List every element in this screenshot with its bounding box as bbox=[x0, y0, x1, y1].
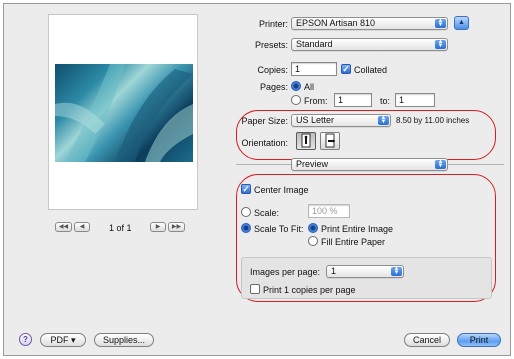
help-button[interactable]: ? bbox=[19, 333, 32, 346]
landscape-icon bbox=[325, 133, 335, 148]
last-page-button[interactable]: ▶▶ bbox=[168, 222, 185, 232]
checkmark-icon: ✓ bbox=[342, 64, 350, 74]
scale-label: Scale: bbox=[254, 208, 280, 218]
pages-to-label: to: bbox=[380, 96, 391, 106]
pages-all-radio[interactable] bbox=[291, 81, 301, 91]
print-entire-image-label: Print Entire Image bbox=[321, 224, 394, 234]
images-per-page-value: 1 bbox=[331, 266, 337, 276]
section-popup[interactable]: Preview ▲ ▼ bbox=[291, 158, 448, 171]
supplies-button[interactable]: Supplies... bbox=[94, 333, 154, 347]
pages-to-field[interactable]: 1 bbox=[395, 93, 435, 107]
updown-arrows-icon: ▲ ▼ bbox=[435, 18, 446, 28]
paper-size-value: US Letter bbox=[296, 115, 335, 125]
section-value: Preview bbox=[296, 159, 329, 169]
print-button[interactable]: Print bbox=[457, 333, 501, 347]
scale-to-fit-radio[interactable] bbox=[241, 223, 251, 233]
printer-popup[interactable]: EPSON Artisan 810 ▲ ▼ bbox=[291, 17, 448, 30]
copies-field[interactable]: 1 bbox=[291, 62, 337, 76]
updown-arrows-icon: ▲ ▼ bbox=[435, 159, 446, 169]
checkmark-icon: ✓ bbox=[242, 184, 250, 194]
paper-size-label: Paper Size: bbox=[241, 116, 288, 126]
pages-from-label: From: bbox=[304, 96, 328, 106]
fill-entire-paper-label: Fill Entire Paper bbox=[321, 237, 386, 247]
help-icon: ? bbox=[23, 335, 28, 344]
presets-popup[interactable]: Standard ▲ ▼ bbox=[291, 38, 448, 51]
landscape-orientation-button[interactable] bbox=[320, 132, 340, 150]
pages-label: Pages: bbox=[259, 82, 288, 92]
triangle-up-icon: ▲ bbox=[458, 19, 465, 26]
copies-label: Copies: bbox=[257, 65, 288, 75]
disclosure-button[interactable]: ▲ bbox=[454, 16, 469, 30]
center-image-checkbox[interactable]: ✓ bbox=[241, 184, 251, 194]
print-dialog: ◀◀ ◀ 1 of 1 ▶ ▶▶ Printer: EPSON Artisan … bbox=[3, 3, 511, 356]
preview-page bbox=[48, 14, 198, 210]
collated-label: Collated bbox=[354, 65, 388, 75]
collated-checkbox[interactable]: ✓ bbox=[341, 64, 351, 74]
paper-size-popup[interactable]: US Letter ▲ ▼ bbox=[291, 114, 391, 127]
print-copies-label: Print 1 copies per page bbox=[263, 285, 356, 295]
portrait-icon bbox=[301, 133, 311, 148]
updown-arrows-icon: ▲ ▼ bbox=[435, 39, 446, 49]
scale-radio[interactable] bbox=[241, 207, 251, 217]
cancel-button[interactable]: Cancel bbox=[404, 333, 450, 347]
print-entire-image-radio[interactable] bbox=[308, 223, 318, 233]
updown-arrows-icon: ▲ ▼ bbox=[378, 115, 389, 125]
printer-value: EPSON Artisan 810 bbox=[296, 18, 376, 28]
orientation-label: Orientation: bbox=[241, 138, 288, 148]
scale-field[interactable]: 100 % bbox=[308, 204, 350, 218]
center-image-label: Center Image bbox=[254, 185, 309, 195]
preview-image bbox=[55, 64, 193, 162]
portrait-orientation-button[interactable] bbox=[296, 132, 316, 150]
pages-from-field[interactable]: 1 bbox=[334, 93, 372, 107]
agave-leaves-graphic bbox=[55, 64, 193, 162]
print-copies-checkbox[interactable] bbox=[250, 284, 260, 294]
paper-dimensions: 8.50 by 11.00 inches bbox=[396, 116, 470, 125]
scale-to-fit-label: Scale To Fit: bbox=[254, 224, 304, 234]
printer-label: Printer: bbox=[258, 19, 288, 29]
next-page-button[interactable]: ▶ bbox=[150, 222, 166, 232]
images-per-page-popup[interactable]: 1 ▲ ▼ bbox=[326, 265, 404, 278]
pdf-button[interactable]: PDF ▾ bbox=[40, 333, 86, 347]
presets-value: Standard bbox=[296, 39, 333, 49]
fill-entire-paper-radio[interactable] bbox=[308, 236, 318, 246]
presets-label: Presets: bbox=[254, 40, 288, 50]
page-indicator: 1 of 1 bbox=[109, 223, 132, 233]
first-page-button[interactable]: ◀◀ bbox=[55, 222, 72, 232]
images-per-page-label: Images per page: bbox=[250, 267, 321, 277]
prev-page-button[interactable]: ◀ bbox=[74, 222, 90, 232]
pages-all-label: All bbox=[304, 82, 315, 92]
pages-from-radio[interactable] bbox=[291, 95, 301, 105]
updown-arrows-icon: ▲ ▼ bbox=[391, 266, 402, 276]
